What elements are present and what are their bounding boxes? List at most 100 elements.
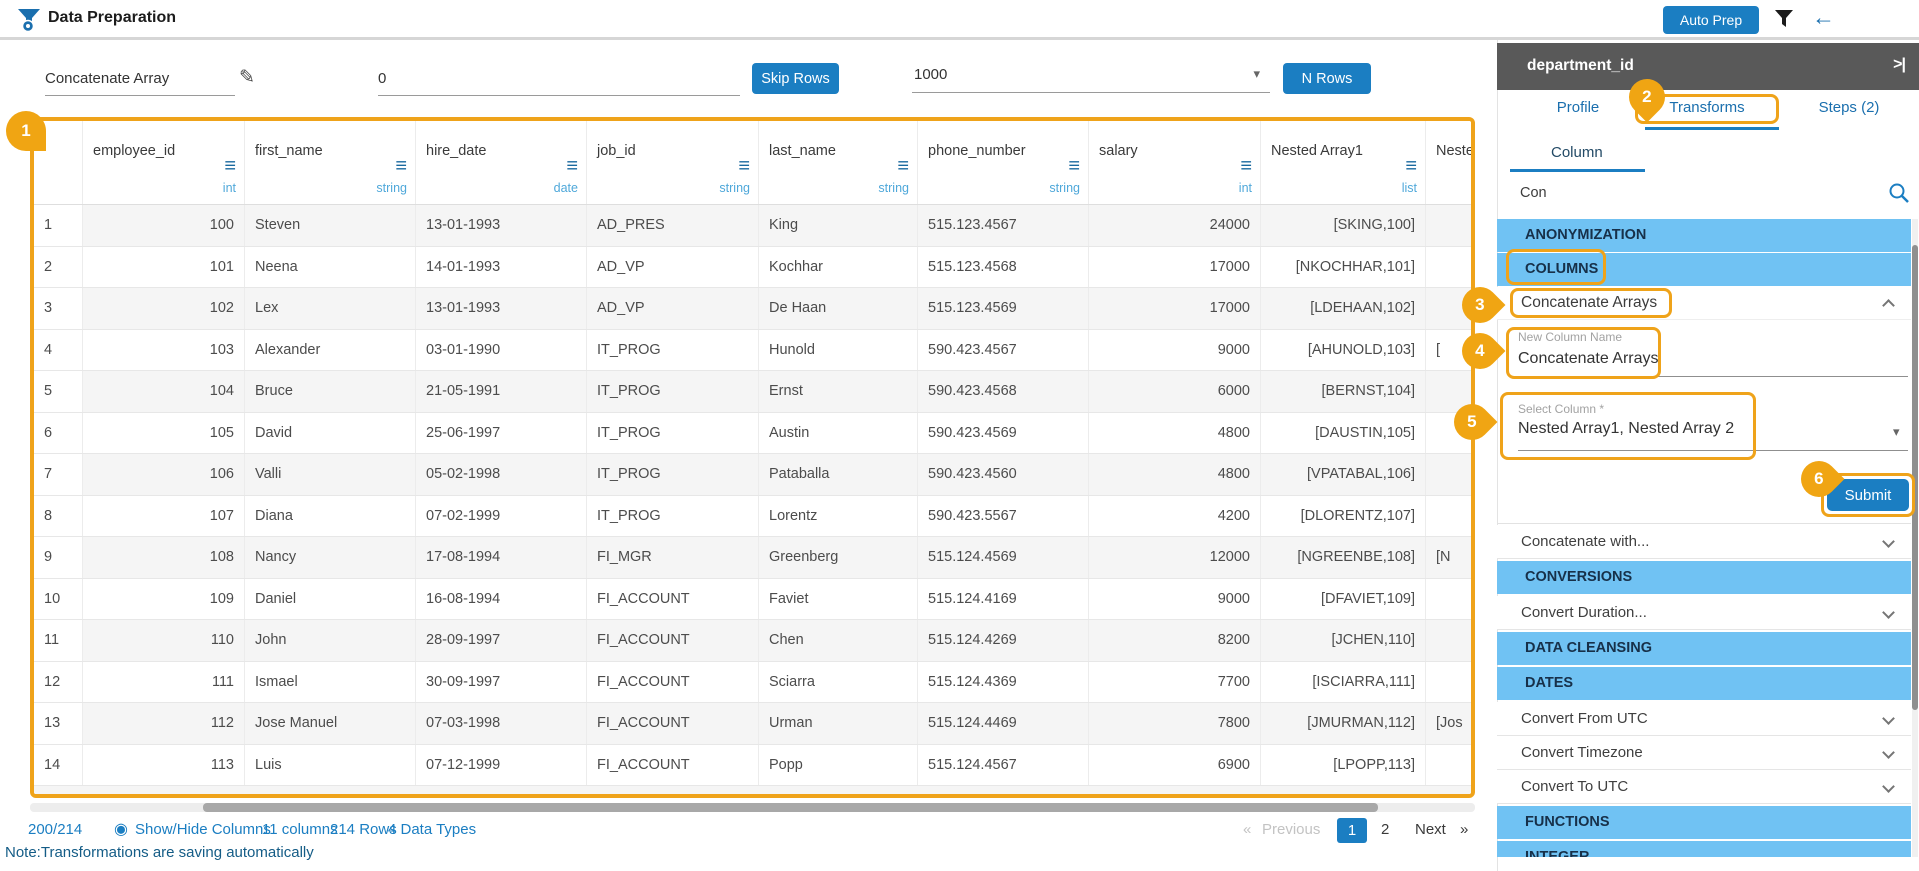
column-menu-icon[interactable]: ≡ xyxy=(224,155,236,178)
transform-item-concatenate-with[interactable]: Concatenate with... xyxy=(1497,525,1911,559)
column-header-hire-date[interactable]: hire_date ≡ date xyxy=(416,121,587,204)
table-row[interactable]: 11110John28-09-1997FI_ACCOUNTChen515.124… xyxy=(34,620,1471,662)
chevron-down-icon xyxy=(1882,712,1895,725)
table-row[interactable]: 1100Steven13-01-1993AD_PRESKing515.123.4… xyxy=(34,205,1471,247)
column-header-nested-array1[interactable]: Nested Array1≡list xyxy=(1261,121,1426,204)
transform-search-input[interactable] xyxy=(1520,180,1880,206)
column-header-employee-id[interactable]: employee_id≡int xyxy=(83,121,245,204)
column-header-job-id[interactable]: job_id≡string xyxy=(587,121,759,204)
column-menu-icon[interactable]: ≡ xyxy=(738,155,750,178)
table-row[interactable]: 3102Lex13-01-1993AD_VPDe Haan515.123.456… xyxy=(34,288,1471,330)
table-row[interactable]: 12111Ismael30-09-1997FI_ACCOUNTSciarra51… xyxy=(34,662,1471,704)
column-header-phone-number[interactable]: phone_number≡string xyxy=(918,121,1089,204)
column-header-nested-array-2[interactable]: Nested Array 2≡ xyxy=(1426,121,1475,204)
table-row[interactable]: 14113Luis07-12-1999FI_ACCOUNTPopp515.124… xyxy=(34,745,1471,787)
table-row[interactable]: 2101Neena14-01-1993AD_VPKochhar515.123.4… xyxy=(34,247,1471,289)
transform-item-concatenate-arrays[interactable]: Concatenate Arrays xyxy=(1497,287,1911,320)
table-row[interactable]: 9108Nancy17-08-1994FI_MGRGreenberg515.12… xyxy=(34,537,1471,579)
new-column-name-input[interactable] xyxy=(1518,346,1903,372)
page-1-button[interactable]: 1 xyxy=(1337,818,1367,843)
cell-nested-array-2 xyxy=(1426,247,1475,288)
cell-nested-array1: [ISCIARRA,111] xyxy=(1261,662,1426,703)
cell-salary: 4800 xyxy=(1089,413,1261,454)
table-row[interactable]: 7106Valli05-02-1998IT_PROGPataballa590.4… xyxy=(34,454,1471,496)
cell-hire-date: 17-08-1994 xyxy=(416,537,587,578)
skip-rows-input[interactable] xyxy=(378,62,740,96)
column-menu-icon[interactable]: ≡ xyxy=(395,155,407,178)
search-icon[interactable] xyxy=(1888,182,1910,204)
prev-page-arrow[interactable]: « xyxy=(1243,821,1251,838)
table-row[interactable]: 6105David25-06-1997IT_PROGAustin590.423.… xyxy=(34,413,1471,455)
section-band-columns[interactable]: COLUMNS xyxy=(1497,253,1911,286)
table-body: 1100Steven13-01-1993AD_PRESKing515.123.4… xyxy=(34,205,1471,798)
column-menu-icon[interactable]: ≡ xyxy=(897,155,909,178)
collapse-sidebar-icon[interactable]: >| xyxy=(1893,56,1905,74)
sidebar-scrollbar-thumb[interactable] xyxy=(1912,245,1918,710)
horizontal-scrollbar-thumb[interactable] xyxy=(203,803,1378,812)
cell-phone-number: 515.123.4568 xyxy=(918,247,1089,288)
subtab-column[interactable]: Column xyxy=(1551,144,1603,161)
top-app-bar: Data Preparation Auto Prep ← xyxy=(0,0,1919,40)
column-header-first-name[interactable]: first_name≡string xyxy=(245,121,416,204)
n-rows-button[interactable]: N Rows xyxy=(1283,63,1371,94)
table-row[interactable]: 8107Diana07-02-1999IT_PROGLorentz590.423… xyxy=(34,496,1471,538)
section-band-data-cleansing[interactable]: DATA CLEANSING xyxy=(1497,632,1911,665)
column-menu-icon[interactable]: ≡ xyxy=(566,155,578,178)
cell-hire-date: 25-06-1997 xyxy=(416,413,587,454)
column-menu-icon[interactable]: ≡ xyxy=(1068,155,1080,178)
cell-job-id: FI_ACCOUNT xyxy=(587,745,759,786)
filter-icon[interactable] xyxy=(1774,9,1794,29)
column-name: Nested Array 2 xyxy=(1436,143,1475,159)
transform-item-convert-duration[interactable]: Convert Duration... xyxy=(1497,596,1911,630)
cell-phone-number: 515.124.4469 xyxy=(918,703,1089,744)
column-menu-icon[interactable]: ≡ xyxy=(1240,155,1252,178)
table-row[interactable]: 5104Bruce21-05-1991IT_PROGErnst590.423.4… xyxy=(34,371,1471,413)
cell-last-name: Hunold xyxy=(759,330,918,371)
section-band-conversions[interactable]: CONVERSIONS xyxy=(1497,561,1911,594)
column-type-label: date xyxy=(554,181,578,195)
chevron-down-icon[interactable]: ▾ xyxy=(1893,424,1900,440)
section-band-anonymization[interactable]: ANONYMIZATION xyxy=(1497,219,1911,252)
transform-item-convert-timezone[interactable]: Convert Timezone xyxy=(1497,736,1911,770)
cell-last-name: Lorentz xyxy=(759,496,918,537)
cell-salary: 8200 xyxy=(1089,620,1261,661)
cell-first-name: John xyxy=(245,620,416,661)
cell-phone-number: 515.124.4369 xyxy=(918,662,1089,703)
transform-item-convert-from-utc[interactable]: Convert From UTC xyxy=(1497,702,1911,736)
cell-employee-id: 102 xyxy=(83,288,245,329)
column-name: hire_date xyxy=(426,143,486,159)
skip-rows-button[interactable]: Skip Rows xyxy=(752,63,839,94)
eye-icon[interactable]: ◉ xyxy=(114,819,128,839)
active-tab-indicator xyxy=(1645,127,1779,130)
cell-phone-number: 590.423.4560 xyxy=(918,454,1089,495)
transform-item-convert-to-utc[interactable]: Convert To UTC xyxy=(1497,770,1911,804)
data-types-count: 4 Data Types xyxy=(388,821,476,838)
table-row[interactable]: 13112Jose Manuel07-03-1998FI_ACCOUNTUrma… xyxy=(34,703,1471,745)
annotation-pin-1: 1 xyxy=(6,111,46,151)
column-type-label: string xyxy=(878,181,909,195)
table-row[interactable]: 10109Daniel16-08-1994FI_ACCOUNTFaviet515… xyxy=(34,579,1471,621)
cell-nested-array1: [VPATABAL,106] xyxy=(1261,454,1426,495)
prev-page-button[interactable]: Previous xyxy=(1262,821,1320,838)
select-column-value[interactable]: Nested Array1, Nested Array 2 xyxy=(1518,420,1734,438)
cell-employee-id: 105 xyxy=(83,413,245,454)
dataset-name-input[interactable] xyxy=(45,62,235,96)
column-header-last-name[interactable]: last_name≡string xyxy=(759,121,918,204)
show-hide-columns-link[interactable]: Show/Hide Columns xyxy=(135,821,271,838)
auto-prep-button[interactable]: Auto Prep xyxy=(1663,6,1759,34)
section-band-integer[interactable]: INTEGER xyxy=(1497,841,1911,857)
tab-profile[interactable]: Profile xyxy=(1525,99,1631,116)
section-band-functions[interactable]: FUNCTIONS xyxy=(1497,806,1911,839)
cell-salary: 6000 xyxy=(1089,371,1261,412)
column-menu-icon[interactable]: ≡ xyxy=(1405,155,1417,178)
tab-steps[interactable]: Steps (2) xyxy=(1789,99,1909,116)
column-header-salary[interactable]: salary≡int xyxy=(1089,121,1261,204)
n-rows-select[interactable]: 1000 ▾ xyxy=(912,60,1270,93)
section-band-dates[interactable]: DATES xyxy=(1497,667,1911,700)
edit-pencil-icon[interactable]: ✎ xyxy=(239,66,255,89)
back-arrow-icon[interactable]: ← xyxy=(1812,4,1835,31)
table-row[interactable]: 4103Alexander03-01-1990IT_PROGHunold590.… xyxy=(34,330,1471,372)
next-page-arrow[interactable]: » xyxy=(1460,821,1468,838)
next-page-button[interactable]: Next xyxy=(1415,821,1446,838)
page-2-button[interactable]: 2 xyxy=(1381,821,1389,838)
